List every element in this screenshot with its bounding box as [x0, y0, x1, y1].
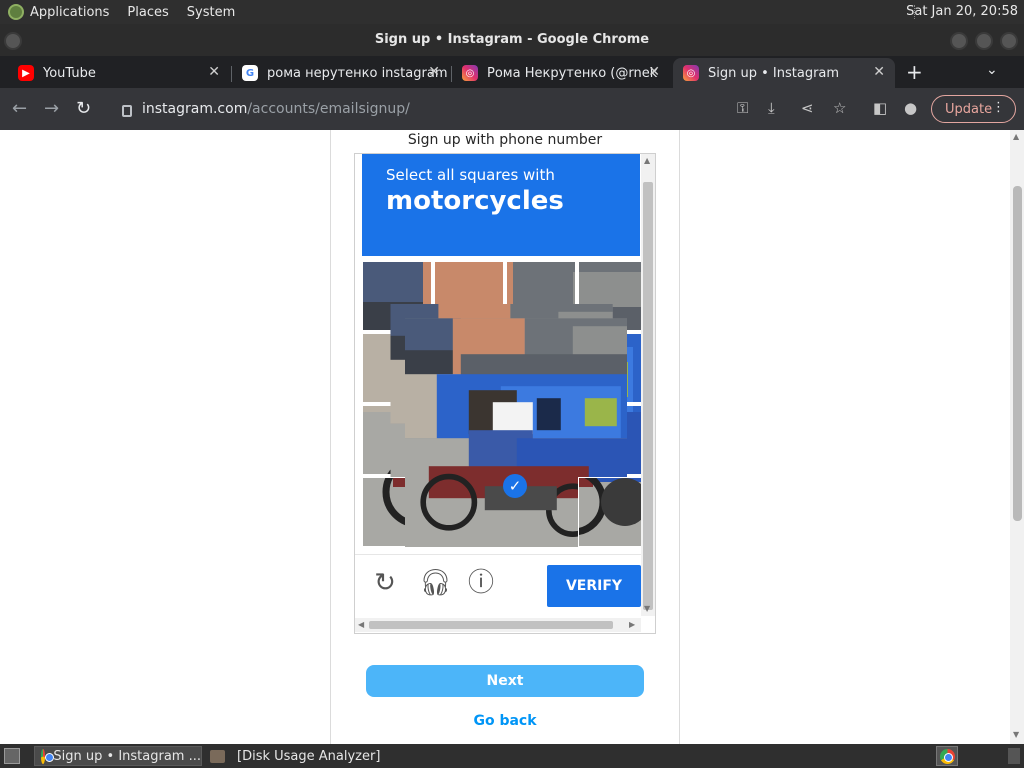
applications-menu-label: Applications: [30, 4, 110, 20]
page-scrollbar[interactable]: ▲ ▼: [1010, 130, 1024, 744]
workspace-switcher[interactable]: [936, 746, 958, 766]
window-title-bar: Sign up • Instagram - Google Chrome: [0, 24, 1024, 56]
instagram-icon: ◎: [462, 65, 478, 81]
url-host: instagram.com: [142, 101, 248, 117]
captcha-instructions: Select all squares with motorcycles: [362, 154, 640, 256]
key-icon[interactable]: ⚿: [737, 99, 748, 117]
lock-icon: [122, 104, 132, 117]
info-icon[interactable]: ⓘ: [467, 569, 495, 597]
taskbar-item-disk-usage[interactable]: [Disk Usage Analyzer]: [204, 746, 394, 766]
close-tab-icon[interactable]: ✕: [428, 64, 440, 80]
captcha-prompt: Select all squares with: [386, 166, 555, 184]
scroll-up-icon[interactable]: ▲: [644, 156, 650, 165]
browser-toolbar: ← → ↻ instagram.com/accounts/emailsignup…: [0, 88, 1024, 130]
tab-strip: ▶ YouTube ✕ G рома нерутенко instagram ✕…: [0, 56, 1024, 88]
google-icon: G: [242, 65, 258, 81]
captcha-frame: Select all squares with motorcycles ✓✓ ↻…: [354, 153, 656, 634]
headphones-icon[interactable]: 🎧︎: [419, 569, 452, 597]
minimize-icon[interactable]: [950, 32, 968, 50]
youtube-icon: ▶: [18, 65, 34, 81]
chrome-icon: [939, 748, 955, 764]
tab-label: рома нерутенко instagram: [267, 65, 448, 81]
next-button[interactable]: Next: [366, 665, 644, 697]
scrollbar-thumb[interactable]: [369, 621, 613, 629]
profile-icon[interactable]: ●: [904, 99, 917, 117]
tab-search-chevron-icon[interactable]: ⌄: [986, 62, 998, 78]
page-heading: Sign up with phone number: [407, 132, 603, 148]
tab-label: YouTube: [43, 65, 96, 81]
update-button[interactable]: Update ⋮: [931, 95, 1016, 123]
captcha-horizontal-scrollbar[interactable]: ◀ ▶: [355, 618, 641, 632]
taskbar-item-label: Sign up • Instagram ...: [53, 748, 201, 764]
address-bar[interactable]: instagram.com/accounts/emailsignup/: [110, 92, 722, 126]
url-path: /accounts/emailsignup/: [247, 101, 410, 117]
scroll-down-icon[interactable]: ▼: [644, 604, 650, 613]
reload-icon[interactable]: ↻: [371, 569, 399, 597]
close-window-icon[interactable]: [1000, 32, 1018, 50]
captcha-footer: ↻ 🎧︎ ⓘ VERIFY: [355, 554, 641, 614]
captcha-vertical-scrollbar[interactable]: ▲ ▼: [641, 154, 655, 616]
places-menu[interactable]: Places: [127, 5, 168, 20]
clock[interactable]: Sat Jan 20, 20:58: [906, 4, 1018, 19]
scroll-left-icon[interactable]: ◀: [358, 620, 364, 629]
maximize-icon[interactable]: [975, 32, 993, 50]
verify-button[interactable]: VERIFY: [547, 565, 641, 607]
scrollbar-thumb[interactable]: [1013, 186, 1022, 521]
captcha-tile[interactable]: ✓: [404, 318, 628, 547]
forward-arrow-icon[interactable]: →: [44, 98, 59, 119]
tab-label: Рома Некрутенко (@rnek: [487, 65, 658, 81]
bookmark-star-icon[interactable]: ☆: [833, 99, 846, 117]
system-top-bar: Applications Places System Sat Jan 20, 2…: [0, 0, 1024, 24]
update-label: Update: [945, 101, 993, 117]
checkmark-icon: ✓: [503, 474, 527, 498]
captcha-target: motorcycles: [386, 186, 564, 216]
share-icon[interactable]: ⋖: [801, 99, 814, 117]
close-tab-icon[interactable]: ✕: [648, 64, 660, 80]
reload-icon[interactable]: ↻: [76, 98, 91, 119]
taskbar-item-label: [Disk Usage Analyzer]: [237, 748, 381, 764]
scroll-right-icon[interactable]: ▶: [629, 620, 635, 629]
tab-instagram-profile[interactable]: ◎ Рома Некрутенко (@rnek ✕: [452, 58, 670, 88]
side-panel-icon[interactable]: ◧: [873, 99, 887, 117]
show-desktop-icon[interactable]: [4, 748, 20, 764]
system-menu[interactable]: System: [187, 5, 235, 20]
tab-google-search[interactable]: G рома нерутенко instagram ✕: [232, 58, 450, 88]
distro-logo-icon: [8, 4, 24, 20]
back-arrow-icon[interactable]: ←: [12, 98, 27, 119]
scroll-up-icon[interactable]: ▲: [1013, 132, 1019, 141]
workspace-indicator[interactable]: [1008, 748, 1020, 764]
instagram-icon: ◎: [683, 65, 699, 81]
tab-label: Sign up • Instagram: [708, 65, 840, 81]
close-tab-icon[interactable]: ✕: [873, 64, 885, 80]
chrome-icon: [41, 748, 56, 764]
new-tab-icon[interactable]: +: [906, 60, 923, 84]
tab-instagram-signup[interactable]: ◎ Sign up • Instagram ✕: [673, 58, 895, 88]
taskbar-item-chrome[interactable]: Sign up • Instagram ...: [34, 746, 202, 766]
captcha-image-grid: ✓✓: [362, 261, 648, 547]
page-viewport: Sign up with phone number Select all squ…: [0, 130, 1024, 744]
install-app-icon[interactable]: ⤓: [768, 99, 775, 117]
close-tab-icon[interactable]: ✕: [208, 64, 220, 80]
applications-menu[interactable]: Applications: [8, 4, 109, 20]
taskbar: Sign up • Instagram ... [Disk Usage Anal…: [0, 744, 1024, 768]
tab-youtube[interactable]: ▶ YouTube ✕: [0, 58, 230, 88]
scrollbar-thumb[interactable]: [643, 182, 653, 610]
go-back-link[interactable]: Go back: [330, 713, 680, 729]
window-menu-icon[interactable]: [4, 32, 22, 50]
scroll-down-icon[interactable]: ▼: [1013, 730, 1019, 739]
captcha-tile[interactable]: [578, 477, 648, 547]
disk-analyzer-icon: [210, 749, 225, 763]
more-menu-icon[interactable]: ⋮: [992, 100, 1005, 115]
window-title: Sign up • Instagram - Google Chrome: [374, 32, 650, 47]
